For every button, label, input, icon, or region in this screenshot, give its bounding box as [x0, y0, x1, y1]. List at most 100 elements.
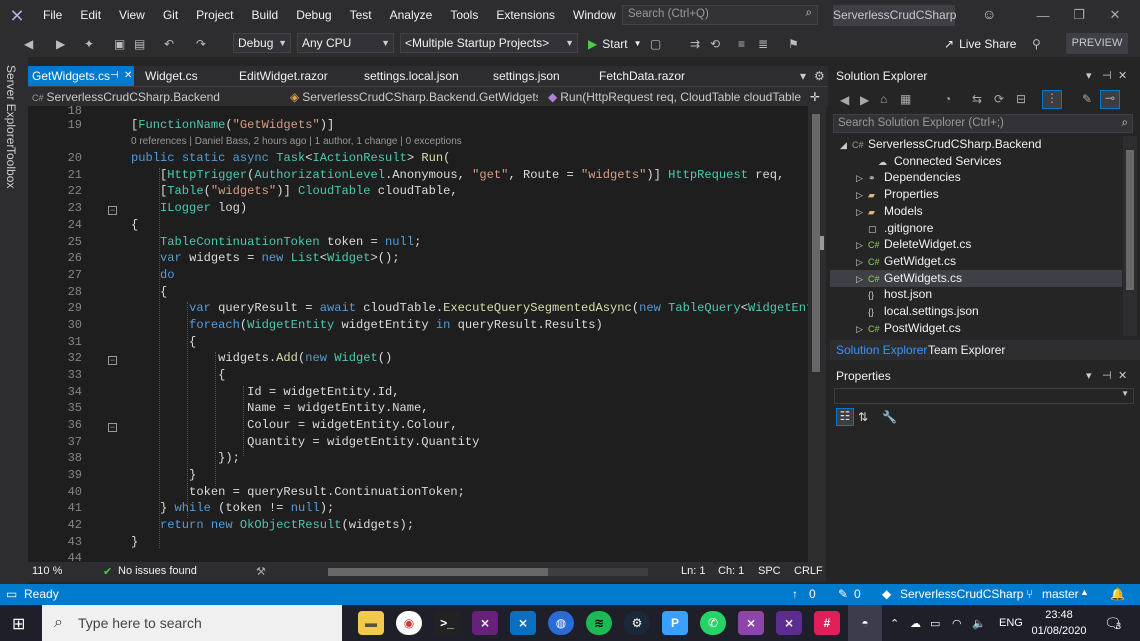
editor-scrollbar[interactable] [808, 106, 826, 562]
branch-name[interactable]: master [1042, 587, 1079, 601]
language-indicator[interactable]: ENG [999, 617, 1023, 629]
close-icon[interactable]: ✕ [124, 66, 132, 86]
back-icon[interactable]: ◀ [24, 34, 33, 53]
menu-project[interactable]: Project [187, 0, 242, 30]
code-line[interactable]: return new OkObjectResult(widgets); [131, 518, 414, 532]
windows-start-icon[interactable]: ⊞ [12, 614, 25, 634]
windows-app-icon[interactable]: ◓ [848, 605, 882, 641]
code-line[interactable]: [FunctionName("GetWidgets")] [131, 118, 334, 132]
code-line[interactable]: Name = widgetEntity.Name, [131, 401, 428, 415]
code-line[interactable]: Quantity = widgetEntity.Quantity [131, 435, 479, 449]
fold-icon[interactable]: − [108, 356, 117, 365]
expand-arrow-icon[interactable]: ▷ [856, 321, 868, 338]
pencil-icon[interactable]: ✎ [838, 587, 848, 601]
forward-icon[interactable]: ▶ [56, 34, 65, 53]
issues-indicator[interactable]: No issues found [118, 565, 197, 577]
code-line[interactable]: } [131, 468, 196, 482]
properties-wrench-icon[interactable]: ✎ [1082, 92, 1092, 106]
tree-item-getwidgets-cs[interactable]: ▷ C# GetWidgets.cs [830, 269, 1122, 287]
code-line[interactable]: } [131, 535, 138, 549]
object-select[interactable]: ▼ [834, 388, 1134, 404]
expand-arrow-icon[interactable]: ▷ [856, 204, 868, 221]
preview-button[interactable]: PREVIEW [1066, 33, 1128, 54]
code-line[interactable]: { [131, 285, 167, 299]
tab-fetchdata[interactable]: FetchData.razor [599, 66, 685, 86]
hot-reload-icon[interactable]: ⟲ [710, 34, 720, 53]
tab-editwidget[interactable]: EditWidget.razor [239, 66, 328, 86]
visual-studio-icon[interactable]: ⨯ [472, 611, 498, 635]
steam-icon[interactable]: ⚙ [624, 611, 650, 635]
wifi-icon[interactable]: ◠ [952, 617, 962, 630]
code-line[interactable]: { [131, 218, 138, 232]
visual-studio-preview-icon[interactable]: ⨯ [738, 611, 764, 635]
forward-icon[interactable]: ▶ [860, 93, 869, 107]
menu-extensions[interactable]: Extensions [487, 0, 564, 30]
code-line[interactable]: Id = widgetEntity.Id, [131, 385, 399, 399]
tree-item-getwidget-cs[interactable]: ▷ C# GetWidget.cs [830, 253, 1122, 270]
code-line[interactable]: do [131, 268, 175, 282]
tab-overflow-icon[interactable]: ▾ [800, 66, 806, 86]
tab-settings-json[interactable]: settings.json [493, 66, 560, 86]
close-icon[interactable]: ✕ [1098, 0, 1132, 30]
menu-analyze[interactable]: Analyze [381, 0, 442, 30]
tree-item-deletewidget-cs[interactable]: ▷ C# DeleteWidget.cs [830, 236, 1122, 253]
menu-view[interactable]: View [110, 0, 154, 30]
tree-item-gitignore[interactable]: ▢ .gitignore [830, 220, 1122, 237]
menu-file[interactable]: File [34, 0, 71, 30]
redo-icon[interactable]: ↷ [196, 34, 206, 53]
tree-item-properties[interactable]: ▷ ▰ Properties [830, 186, 1122, 203]
tab-widget[interactable]: Widget.cs [145, 66, 198, 86]
code-line[interactable]: var widgets = new List<Widget>(); [131, 251, 400, 265]
expand-arrow-icon[interactable]: ◢ [840, 137, 852, 154]
clock-date[interactable]: 01/08/2020 [1030, 625, 1088, 637]
menu-edit[interactable]: Edit [71, 0, 110, 30]
minimize-icon[interactable]: — [1026, 0, 1060, 30]
horizontal-scrollbar[interactable] [328, 568, 648, 576]
tab-settings-local[interactable]: settings.local.json [364, 66, 459, 86]
save-all-icon[interactable]: ▤ [134, 34, 145, 53]
split-editor-icon[interactable]: ✛ [810, 88, 826, 106]
paint-icon[interactable]: P [662, 611, 688, 635]
tab-team-explorer[interactable]: Team Explorer [928, 343, 1005, 357]
tree-item-host-json[interactable]: {} host.json [830, 286, 1122, 303]
code-line[interactable]: [Table("widgets")] CloudTable cloudTable… [131, 184, 458, 198]
platform-select[interactable]: Any CPU ▼ [297, 33, 394, 53]
tree-item-postwidget-cs[interactable]: ▷ C# PostWidget.cs [830, 320, 1122, 337]
code-editor[interactable]: 18 19 [FunctionName("GetWidgets")] 20 public… [28, 106, 808, 562]
chrome-icon[interactable]: ◉ [396, 611, 422, 635]
code-line[interactable]: }); [131, 451, 240, 465]
slack-icon[interactable]: # [814, 611, 840, 635]
new-project-icon[interactable]: ✦ [84, 34, 94, 53]
fold-icon[interactable]: − [108, 206, 117, 215]
whatsapp-icon[interactable]: ✆ [700, 611, 726, 635]
pin-icon[interactable]: ⊣ [1102, 66, 1112, 86]
startup-select[interactable]: <Multiple Startup Projects> ▼ [400, 33, 578, 53]
visual-studio-2-icon[interactable]: ⨯ [776, 611, 802, 635]
back-icon[interactable]: ◀ [840, 93, 849, 107]
account-icon[interactable]: ☺ [982, 6, 1000, 24]
home-icon[interactable]: ⌂ [880, 92, 887, 106]
start-button[interactable]: ▶ Start ▼ [588, 34, 642, 53]
refresh-icon[interactable]: ⟳ [994, 92, 1004, 106]
code-line[interactable]: public static async Task<IActionResult> … [131, 151, 450, 165]
battery-icon[interactable]: ▭ [930, 617, 940, 630]
push-icon[interactable]: ↑ [792, 587, 798, 601]
sync-icon[interactable]: ⇆ [972, 92, 982, 106]
tree-item-models[interactable]: ▷ ▰ Models [830, 203, 1122, 220]
terminal-icon[interactable]: >_ [434, 611, 460, 635]
alphabetical-icon[interactable]: ⇅ [858, 410, 868, 424]
tray-chevron-icon[interactable]: ⌃ [890, 617, 899, 630]
spotify-icon[interactable]: ≋ [586, 611, 612, 635]
show-all-files-icon[interactable]: ⋮ [1042, 90, 1062, 109]
tree-item-serverlesscrudcsharp-backend[interactable]: ◢ C# ServerlessCrudCSharp.Backend [830, 136, 1122, 153]
tree-scrollbar[interactable] [1123, 136, 1137, 336]
close-icon[interactable]: ✕ [1118, 66, 1127, 86]
notification-bell-icon[interactable]: 🔔 [1110, 587, 1125, 601]
code-line[interactable]: { [131, 368, 225, 382]
property-pages-icon[interactable]: 🔧 [882, 410, 897, 424]
scrollbar-thumb[interactable] [328, 568, 548, 576]
feedback-icon[interactable]: ⚲ [1032, 34, 1041, 53]
tree-item-local-settings-json[interactable]: {} local.settings.json [830, 303, 1122, 320]
code-line[interactable]: widgets.Add(new Widget() [131, 351, 392, 365]
scrollbar-thumb[interactable] [1126, 150, 1134, 290]
